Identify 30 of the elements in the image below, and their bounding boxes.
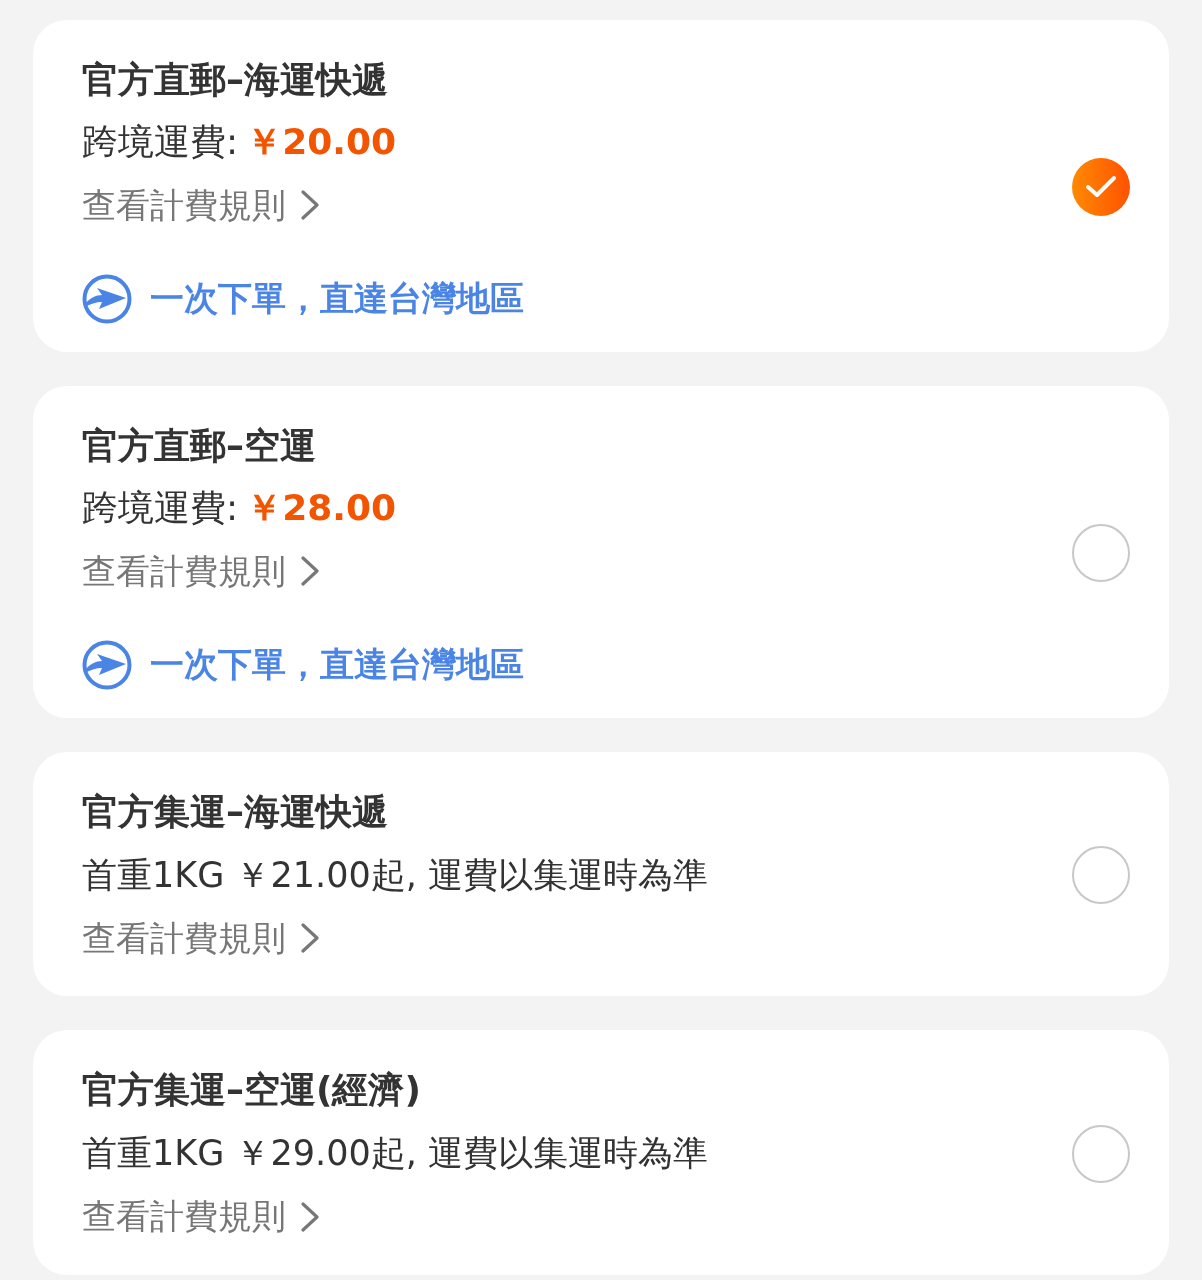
- option-card[interactable]: 官方直郵–空運 跨境運費: ￥28.00 查看計費規則 一次下單，直達台灣地區: [33, 385, 1169, 718]
- radio-button[interactable]: [1072, 524, 1130, 583]
- arrow-circle-icon: [82, 639, 132, 690]
- chevron-right-icon: [300, 923, 320, 953]
- arrow-circle-icon: [82, 273, 132, 324]
- radio-button[interactable]: [1072, 1125, 1130, 1184]
- delivery-note: 一次下單，直達台灣地區: [150, 644, 524, 685]
- option-title: 官方集運–海運快遞: [82, 789, 388, 834]
- option-title: 官方直郵–海運快遞: [82, 58, 388, 102]
- chevron-right-icon: [300, 556, 320, 587]
- price-label: 跨境運費:: [82, 486, 239, 530]
- option-title: 官方直郵–空運: [82, 423, 316, 468]
- rules-link[interactable]: 查看計費規則: [82, 185, 320, 226]
- delivery-note: 一次下單，直達台灣地區: [150, 278, 524, 320]
- chevron-right-icon: [300, 190, 320, 221]
- chevron-right-icon: [300, 1201, 320, 1232]
- rate-description: 首重1KG ￥21.00起, 運費以集運時為準: [82, 853, 708, 896]
- option-card[interactable]: 官方集運–空運(經濟) 首重1KG ￥29.00起, 運費以集運時為準 查看計費規則: [33, 1030, 1169, 1276]
- radio-button[interactable]: [1072, 846, 1130, 905]
- rules-link[interactable]: 查看計費規則: [82, 550, 320, 592]
- rules-link[interactable]: 查看計費規則: [82, 1196, 320, 1238]
- option-card[interactable]: 官方直郵–海運快遞 跨境運費: ￥20.00 查看計費規則 一次下單，直達台灣地區: [33, 20, 1169, 352]
- price-value: ￥20.00: [246, 120, 396, 164]
- option-card[interactable]: 官方集運–海運快遞 首重1KG ￥21.00起, 運費以集運時為準 查看計費規則: [33, 751, 1169, 997]
- option-title: 官方集運–空運(經濟): [82, 1068, 421, 1113]
- rate-description: 首重1KG ￥29.00起, 運費以集運時為準: [82, 1132, 708, 1175]
- radio-button[interactable]: [1072, 158, 1130, 217]
- price-value: ￥28.00: [246, 486, 396, 530]
- price-label: 跨境運費:: [82, 120, 239, 164]
- rules-link[interactable]: 查看計費規則: [82, 917, 320, 959]
